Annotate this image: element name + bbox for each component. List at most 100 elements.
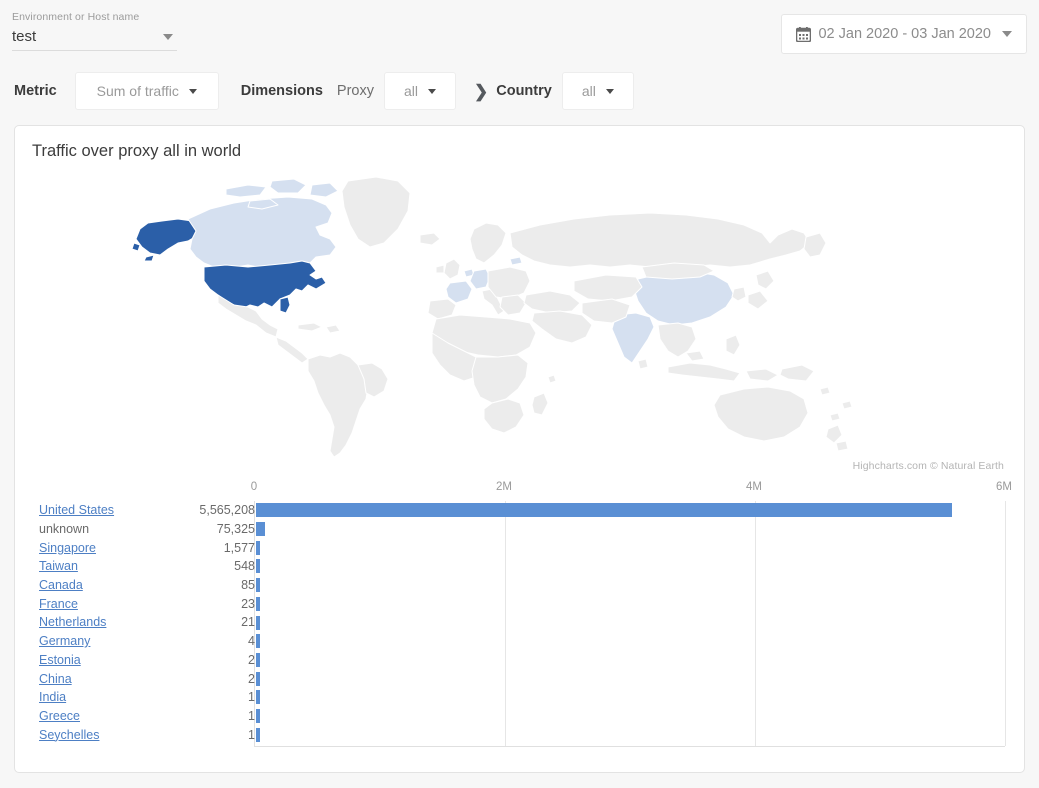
environment-host-value: test bbox=[12, 28, 36, 45]
table-row: Canada85 bbox=[39, 576, 255, 595]
bar[interactable] bbox=[256, 559, 260, 573]
caret-down-icon bbox=[1002, 31, 1012, 37]
grid-line bbox=[505, 501, 506, 746]
grid-line bbox=[1005, 501, 1006, 746]
bar[interactable] bbox=[256, 522, 265, 536]
table-row: unknown75,325 bbox=[39, 520, 255, 539]
x-axis-ticks: 02M4M6M bbox=[15, 481, 1024, 501]
map-country-sri-lanka[interactable] bbox=[638, 359, 648, 369]
country-select[interactable]: all bbox=[562, 72, 634, 110]
bar-chart-plot-area bbox=[254, 501, 1005, 747]
map-country-kamchatka[interactable] bbox=[804, 233, 826, 257]
x-axis-tick: 2M bbox=[496, 481, 512, 493]
bar[interactable] bbox=[256, 709, 260, 723]
world-map-svg[interactable] bbox=[130, 171, 910, 461]
map-country-alaska[interactable] bbox=[132, 219, 200, 261]
category-label[interactable]: India bbox=[39, 690, 66, 704]
controls-bar: Metric Sum of traffic Dimensions Proxy a… bbox=[0, 66, 1039, 116]
map-country-new-zealand[interactable] bbox=[826, 425, 848, 451]
map-country-russia[interactable] bbox=[510, 213, 810, 267]
map-country-estonia[interactable] bbox=[510, 257, 522, 265]
world-map[interactable] bbox=[15, 171, 1024, 471]
bar[interactable] bbox=[256, 597, 260, 611]
page-title: Traffic over proxy all in world bbox=[32, 142, 241, 161]
table-row: Taiwan 548 bbox=[39, 557, 255, 576]
category-value: 1,577 bbox=[224, 541, 255, 555]
environment-host-value-row[interactable]: test bbox=[12, 26, 177, 51]
bar[interactable] bbox=[256, 541, 260, 555]
map-country-france[interactable] bbox=[446, 281, 472, 303]
bar[interactable] bbox=[256, 634, 260, 648]
category-label[interactable]: China bbox=[39, 672, 72, 686]
map-country-seychelles[interactable] bbox=[548, 375, 556, 383]
bar[interactable] bbox=[256, 503, 952, 517]
grid-line bbox=[755, 501, 756, 746]
category-label[interactable]: Canada bbox=[39, 578, 83, 592]
x-axis-tick: 0 bbox=[251, 481, 257, 493]
map-country-southern-africa[interactable] bbox=[484, 399, 524, 433]
category-label[interactable]: Netherlands bbox=[39, 615, 106, 629]
environment-host-label: Environment or Host name bbox=[12, 10, 177, 24]
map-country-japan[interactable] bbox=[748, 271, 774, 309]
map-country-indonesia[interactable] bbox=[668, 351, 778, 381]
map-country-us-florida[interactable] bbox=[280, 297, 290, 313]
bar[interactable] bbox=[256, 616, 260, 630]
map-country-central-africa[interactable] bbox=[472, 355, 528, 403]
bar[interactable] bbox=[256, 672, 260, 686]
bar-chart-category-rows: United States5,565,208unknown75,325Singa… bbox=[39, 501, 255, 744]
map-country-greenland[interactable] bbox=[342, 177, 410, 247]
map-country-caribbean[interactable] bbox=[298, 323, 340, 333]
caret-down-icon bbox=[606, 89, 614, 94]
map-country-balkans[interactable] bbox=[500, 295, 526, 315]
category-label[interactable]: Singapore bbox=[39, 541, 96, 555]
map-country-papua-new-guinea[interactable] bbox=[780, 365, 814, 381]
category-value: 75,325 bbox=[217, 522, 255, 536]
map-country-central-asia[interactable] bbox=[574, 275, 642, 301]
category-label[interactable]: Estonia bbox=[39, 653, 81, 667]
category-label[interactable]: France bbox=[39, 597, 78, 611]
category-label[interactable]: Seychelles bbox=[39, 728, 99, 742]
table-row: Seychelles 1 bbox=[39, 725, 255, 744]
map-country-korea[interactable] bbox=[732, 287, 746, 301]
chart-credits[interactable]: Highcharts.com © Natural Earth bbox=[853, 460, 1004, 472]
category-label[interactable]: Germany bbox=[39, 634, 90, 648]
caret-down-icon bbox=[163, 34, 173, 40]
category-value: 1 bbox=[248, 690, 255, 704]
category-label[interactable]: Greece bbox=[39, 709, 80, 723]
environment-host-select[interactable]: Environment or Host name test bbox=[12, 10, 177, 51]
map-country-australia[interactable] bbox=[714, 387, 808, 441]
map-country-iceland[interactable] bbox=[420, 233, 440, 245]
map-country-philippines[interactable] bbox=[726, 335, 740, 355]
metric-select[interactable]: Sum of traffic bbox=[75, 72, 219, 110]
proxy-select[interactable]: all bbox=[384, 72, 456, 110]
bar[interactable] bbox=[256, 728, 260, 742]
category-value: 1 bbox=[248, 728, 255, 742]
caret-down-icon bbox=[428, 89, 436, 94]
map-country-middle-east[interactable] bbox=[532, 311, 592, 343]
chevron-right-icon: ❯ bbox=[474, 83, 488, 100]
category-value: 21 bbox=[241, 615, 255, 629]
bar[interactable] bbox=[256, 690, 260, 704]
metric-select-value: Sum of traffic bbox=[97, 83, 179, 99]
category-label[interactable]: United States bbox=[39, 503, 114, 517]
map-country-united-kingdom[interactable] bbox=[436, 259, 460, 279]
category-value: 2 bbox=[248, 653, 255, 667]
category-value: 548 bbox=[234, 559, 255, 573]
date-range-picker[interactable]: 02 Jan 2020 - 03 Jan 2020 bbox=[781, 14, 1027, 54]
category-label[interactable]: Taiwan bbox=[39, 559, 78, 573]
bar[interactable] bbox=[256, 653, 260, 667]
bar[interactable] bbox=[256, 578, 260, 592]
map-country-madagascar[interactable] bbox=[532, 393, 548, 415]
country-select-value: all bbox=[582, 83, 596, 99]
category-value: 1 bbox=[248, 709, 255, 723]
map-country-central-europe[interactable] bbox=[488, 267, 530, 299]
map-country-turkey-caucasus[interactable] bbox=[524, 291, 580, 313]
map-country-central-america[interactable] bbox=[276, 337, 308, 363]
top-bar: Environment or Host name test 02 Jan 202… bbox=[0, 0, 1039, 66]
table-row: China2 bbox=[39, 669, 255, 688]
caret-down-icon bbox=[189, 89, 197, 94]
map-country-pacific-islands[interactable] bbox=[820, 387, 852, 421]
table-row: Estonia 2 bbox=[39, 651, 255, 670]
map-country-scandinavia[interactable] bbox=[470, 223, 506, 263]
proxy-select-value: all bbox=[404, 83, 418, 99]
